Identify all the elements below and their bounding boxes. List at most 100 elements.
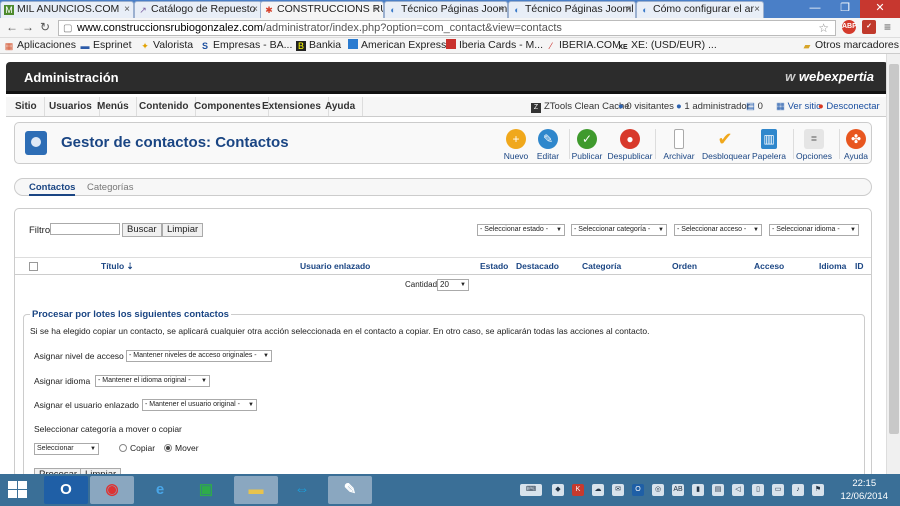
- quantity-select[interactable]: 20: [437, 279, 469, 291]
- messages-count[interactable]: ▤ 0: [746, 97, 763, 116]
- bookmark-item[interactable]: ⁄ IBERIA.COM: [546, 38, 621, 53]
- zt-cache-link[interactable]: Z ZTools Clean Cache: [531, 97, 630, 116]
- bookmark-item[interactable]: American Express: [348, 38, 446, 53]
- outlook-taskbar-icon[interactable]: O: [44, 476, 88, 504]
- menu-ayuda[interactable]: Ayuda: [318, 97, 364, 116]
- batch-user-select[interactable]: - Mantener el usuario original -: [142, 399, 257, 411]
- bookmark-star-icon[interactable]: ☆: [818, 21, 829, 35]
- minimize-icon[interactable]: —: [800, 0, 830, 18]
- paint-taskbar-icon[interactable]: ✎: [328, 476, 372, 504]
- close-icon[interactable]: ×: [374, 2, 380, 17]
- sound-icon[interactable]: ♪: [792, 484, 804, 496]
- back-icon[interactable]: ←: [6, 20, 18, 34]
- tab-categorias[interactable]: Categorías: [87, 181, 133, 194]
- chrome-taskbar-icon[interactable]: ◉: [90, 476, 134, 504]
- extension-icon[interactable]: ✓: [862, 20, 876, 34]
- forward-icon[interactable]: →: [22, 20, 34, 34]
- filter-search-input[interactable]: [50, 223, 120, 235]
- cloud-icon[interactable]: ☁: [592, 484, 604, 496]
- store-taskbar-icon[interactable]: ▣: [184, 476, 228, 504]
- batch-access-select[interactable]: - Mantener niveles de acceso originales …: [126, 350, 272, 362]
- move-radio[interactable]: [164, 444, 172, 452]
- tab-contactos[interactable]: Contactos: [29, 181, 76, 196]
- logout-link[interactable]: ● Desconectar: [818, 97, 880, 116]
- toolbar-unpublish-button[interactable]: ● Despublicar: [607, 127, 653, 161]
- tray-security-icon[interactable]: ◎: [652, 484, 664, 496]
- column-ordering[interactable]: Orden: [672, 261, 697, 271]
- toolbar-publish-button[interactable]: ✓ Publicar: [564, 127, 610, 161]
- column-featured[interactable]: Destacado: [516, 261, 559, 271]
- browser-tab[interactable]: ◐ Cómo configurar el ar ×: [636, 1, 764, 18]
- column-title[interactable]: Título ⇣: [101, 261, 134, 272]
- teamviewer-taskbar-icon[interactable]: ⇔: [280, 476, 324, 504]
- menu-icon[interactable]: ≡: [884, 20, 891, 34]
- display-icon[interactable]: ▭: [772, 484, 784, 496]
- column-linked-user[interactable]: Usuario enlazado: [300, 261, 370, 271]
- vertical-scrollbar[interactable]: [886, 54, 900, 474]
- battery-icon[interactable]: ▯: [752, 484, 764, 496]
- column-language[interactable]: Idioma: [819, 261, 846, 271]
- close-icon[interactable]: ×: [498, 2, 504, 17]
- browser-tab[interactable]: ◐ Técnico Páginas Jooml ×: [384, 1, 508, 18]
- tray-antivirus-icon[interactable]: K: [572, 484, 584, 496]
- bookmark-item[interactable]: Iberia Cards - M...: [446, 38, 543, 53]
- adblock-plus-icon[interactable]: ABP: [842, 20, 857, 34]
- other-bookmarks[interactable]: ▰ Otros marcadores: [802, 38, 900, 53]
- batch-category-select[interactable]: Seleccionar: [34, 443, 99, 455]
- clear-button[interactable]: Limpiar: [162, 223, 204, 237]
- windows-start-icon[interactable]: [8, 481, 28, 499]
- menu-sitio[interactable]: Sitio: [8, 97, 45, 116]
- reload-icon[interactable]: ↻: [40, 20, 50, 34]
- search-button[interactable]: Buscar: [122, 223, 162, 237]
- close-icon[interactable]: ×: [754, 2, 760, 17]
- menu-menus[interactable]: Menús: [90, 97, 137, 116]
- close-icon[interactable]: ×: [252, 2, 258, 17]
- scrollbar-thumb[interactable]: [889, 64, 899, 434]
- browser-tab[interactable]: ◐ Técnico Páginas Jooml ×: [508, 1, 636, 18]
- outlook-tray-icon[interactable]: O: [632, 484, 644, 496]
- network-icon[interactable]: ▮: [692, 484, 704, 496]
- bookmark-item[interactable]: ▦ Aplicaciones: [4, 38, 76, 53]
- bookmark-item[interactable]: B Bankia: [296, 38, 341, 53]
- browser-tab[interactable]: ↗ Catálogo de Repuesto ×: [134, 1, 262, 18]
- bookmark-item[interactable]: S Empresas - BA...: [200, 38, 292, 53]
- view-site-link[interactable]: ▦ Ver sitio: [776, 97, 821, 116]
- bookmark-item[interactable]: ▬ Esprinet: [80, 38, 132, 53]
- column-category[interactable]: Categoría: [582, 261, 621, 271]
- printer-icon[interactable]: ▤: [712, 484, 724, 496]
- language-select[interactable]: - Seleccionar idioma -: [769, 224, 859, 236]
- mail-tray-icon[interactable]: ✉: [612, 484, 624, 496]
- internet-explorer-taskbar-icon[interactable]: e: [138, 476, 182, 504]
- copy-option[interactable]: Copiar: [119, 443, 155, 453]
- category-select[interactable]: - Seleccionar categoría -: [571, 224, 667, 236]
- toolbar-help-button[interactable]: ✤ Ayuda: [833, 127, 879, 161]
- url-input[interactable]: ▢ www.construccionsrubiogonzalez.com/adm…: [58, 20, 836, 36]
- access-select[interactable]: - Seleccionar acceso -: [674, 224, 762, 236]
- tray-app-icon[interactable]: ◆: [552, 484, 564, 496]
- copy-radio[interactable]: [119, 444, 127, 452]
- bookmark-item[interactable]: XE XE: (USD/EUR) ...: [618, 38, 716, 53]
- window-close-icon[interactable]: ✕: [860, 0, 900, 18]
- browser-tab-active[interactable]: ✱ CONSTRUCCIONS RU ×: [260, 1, 384, 18]
- close-icon[interactable]: ×: [124, 2, 130, 17]
- tray-ab-icon[interactable]: AB: [672, 484, 684, 496]
- toolbar-trash-button[interactable]: ▥ Papelera: [746, 127, 792, 161]
- bookmark-item[interactable]: ✦ Valorista: [140, 38, 193, 53]
- close-icon[interactable]: ×: [626, 2, 632, 17]
- file-explorer-taskbar-icon[interactable]: ▬: [234, 476, 278, 504]
- toolbar-options-button[interactable]: ≣ Opciones: [791, 127, 837, 161]
- toolbar-checkin-button[interactable]: ✔ Desbloquear: [702, 127, 750, 161]
- batch-language-select[interactable]: - Mantener el idioma original -: [95, 375, 210, 387]
- state-select[interactable]: - Seleccionar estado -: [477, 224, 565, 236]
- browser-tab[interactable]: M MIL ANUNCIOS.COM ×: [0, 1, 134, 18]
- column-access[interactable]: Acceso: [754, 261, 784, 271]
- volume-icon[interactable]: ◁: [732, 484, 744, 496]
- flag-icon[interactable]: ⚑: [812, 484, 824, 496]
- taskbar-clock[interactable]: 22:15 12/06/2014: [840, 477, 888, 503]
- keyboard-icon[interactable]: ⌨: [520, 484, 542, 496]
- move-option[interactable]: Mover: [164, 443, 199, 453]
- column-state[interactable]: Estado: [480, 261, 508, 271]
- select-all-checkbox[interactable]: [29, 262, 38, 271]
- maximize-icon[interactable]: ❐: [830, 0, 860, 18]
- column-id[interactable]: ID: [855, 261, 864, 271]
